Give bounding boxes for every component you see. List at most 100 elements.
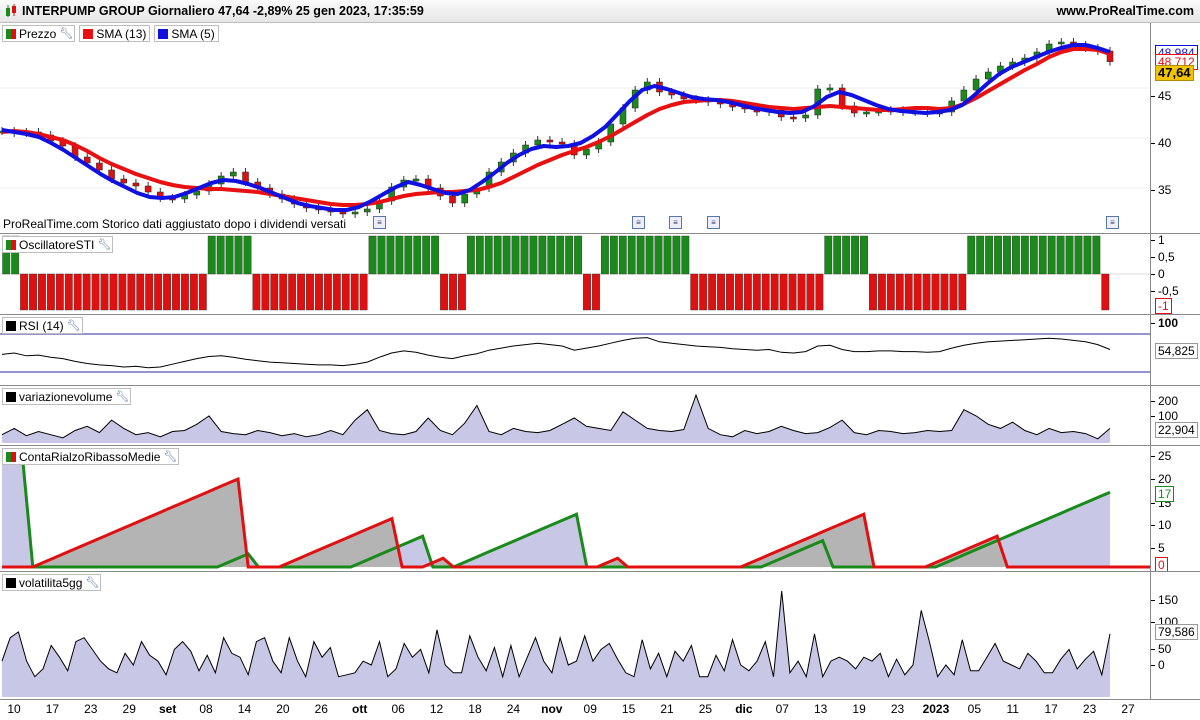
sti-bar-up xyxy=(529,235,538,275)
sti-bar-up xyxy=(386,235,395,275)
sti-bar-down xyxy=(940,273,949,311)
sti-bar-up xyxy=(475,235,484,275)
sti-bar-up xyxy=(1003,235,1011,275)
sti-bar-down xyxy=(583,273,591,311)
sti-bar-up xyxy=(654,235,663,275)
price-plot[interactable]: Prezzo 🔧︎ SMA (13) SMA (5) ProRealTime.co… xyxy=(0,23,1151,233)
volatility-plot[interactable]: volatilita5gg 🔧︎ xyxy=(0,572,1151,699)
sti-plot[interactable]: OscillatoreSTI 🔧︎ xyxy=(0,234,1151,314)
sti-bar-up xyxy=(422,235,431,275)
x-tick: 12 xyxy=(429,702,444,716)
sti-bar-up xyxy=(1074,235,1083,275)
legend-volume[interactable]: variazionevolume 🔧︎ xyxy=(2,388,132,405)
volatility-swatch xyxy=(6,577,16,588)
legend-price-label: Prezzo xyxy=(19,26,57,41)
conta-plot[interactable]: ContaRialzoRibassoMedie 🔧︎ xyxy=(0,446,1151,571)
y-tick: 100 xyxy=(1150,409,1179,423)
sti-bar-down xyxy=(341,273,350,311)
sti-bar-down xyxy=(46,273,55,311)
x-tick: 07 xyxy=(775,702,789,716)
dividend-icon[interactable]: ≡ xyxy=(1106,216,1119,229)
price-chart-svg xyxy=(0,38,1150,218)
sti-bar-down xyxy=(779,273,788,311)
sti-bar-up xyxy=(1029,235,1038,275)
sti-bar-up xyxy=(1056,235,1065,275)
sti-bar-up xyxy=(976,235,985,275)
legend-price[interactable]: Prezzo 🔧︎ xyxy=(2,25,76,42)
rsi-plot[interactable]: RSI (14) 🔧︎ xyxy=(0,315,1151,385)
x-tick: 23 xyxy=(1082,702,1097,716)
sti-bar-up xyxy=(681,235,690,275)
rsi-panel[interactable]: RSI (14) 🔧︎ 100 54,825 xyxy=(0,315,1200,386)
sti-bar-up xyxy=(618,235,627,275)
legend-sma5[interactable]: SMA (5) xyxy=(154,25,219,42)
legend-sma13[interactable]: SMA (13) xyxy=(79,25,151,42)
x-axis[interactable]: 10 17 23 29 set 08 14 20 26 ott 06 12 18 24 nov 09 15 21 2… xyxy=(0,699,1150,720)
sti-bar-down xyxy=(73,273,82,311)
sti-bar-up xyxy=(243,235,252,275)
candlestick-logo-icon xyxy=(6,4,16,17)
legend-conta-label: ContaRialzoRibassoMedie xyxy=(19,449,161,464)
sti-bar-down xyxy=(323,273,332,311)
sti-bar-down xyxy=(886,273,895,311)
sti-bar-up xyxy=(860,235,868,275)
x-tick: 17 xyxy=(1044,702,1058,716)
conta-y-axis[interactable]: 25 20 15 10 5 xyxy=(1150,446,1200,571)
sti-bar-up xyxy=(234,235,243,275)
legend-volatility-label: volatilita5gg xyxy=(19,575,83,590)
candle-up xyxy=(461,193,468,204)
sti-bar-up xyxy=(484,235,493,275)
dividend-icon[interactable]: ≡ xyxy=(669,216,682,229)
conta-down-value-label: 0 xyxy=(1155,557,1168,571)
wrench-icon[interactable]: 🔧︎ xyxy=(163,451,177,463)
x-tick: 08 xyxy=(199,702,213,716)
sti-bar-down xyxy=(797,273,806,311)
conta-panel[interactable]: ContaRialzoRibassoMedie 🔧︎ 25 20 15 10 5 … xyxy=(0,446,1200,572)
sti-bar-up xyxy=(627,235,636,275)
sti-bar-down xyxy=(931,273,940,311)
wrench-icon[interactable]: 🔧︎ xyxy=(67,320,81,332)
candle-up xyxy=(863,111,870,115)
volume-panel[interactable]: variazionevolume 🔧︎ 200 100 22,904 xyxy=(0,386,1200,446)
sti-bar-up xyxy=(377,235,386,275)
candle-up xyxy=(583,148,590,156)
sti-bar-up xyxy=(842,235,851,275)
sti-bar-up xyxy=(600,235,609,275)
sti-panel[interactable]: OscillatoreSTI 🔧︎ 1 0,5 0 -0,5 -1 xyxy=(0,234,1200,315)
x-tick: 24 xyxy=(506,702,521,716)
wrench-icon[interactable]: 🔧︎ xyxy=(85,577,99,589)
dividend-icon[interactable]: ≡ xyxy=(632,216,645,229)
sti-bar-down xyxy=(922,273,931,311)
legend-volatility[interactable]: volatilita5gg 🔧︎ xyxy=(2,574,102,591)
sma13-line xyxy=(1,47,1111,207)
y-tick: 150 xyxy=(1150,593,1179,607)
sti-bar-down xyxy=(958,273,967,311)
dividend-icon[interactable]: ≡ xyxy=(373,216,386,229)
sti-bar-up xyxy=(520,235,529,275)
x-tick: 25 xyxy=(698,702,713,716)
sti-bar-down xyxy=(440,273,448,311)
sti-bar-down xyxy=(359,273,368,311)
dividend-icon[interactable]: ≡ xyxy=(707,216,720,229)
legend-rsi[interactable]: RSI (14) 🔧︎ xyxy=(2,317,83,334)
y-tick: 10 xyxy=(1150,518,1172,532)
legend-sti[interactable]: OscillatoreSTI 🔧︎ xyxy=(2,236,114,253)
sti-bar-up xyxy=(395,235,404,275)
volume-plot[interactable]: variazionevolume 🔧︎ xyxy=(0,386,1151,445)
legend-conta[interactable]: ContaRialzoRibassoMedie 🔧︎ xyxy=(2,448,180,465)
candle-up xyxy=(826,87,834,91)
wrench-icon[interactable]: 🔧︎ xyxy=(97,239,111,251)
volatility-panel[interactable]: volatilita5gg 🔧︎ 150 100 50 0 79,586 xyxy=(0,572,1200,700)
price-panel[interactable]: Prezzo 🔧︎ SMA (13) SMA (5) ProRealTime.co… xyxy=(0,23,1200,234)
wrench-icon[interactable]: 🔧︎ xyxy=(115,391,129,403)
legend-rsi-label: RSI (14) xyxy=(19,318,64,333)
sti-bar-up xyxy=(1047,235,1056,275)
x-tick: 13 xyxy=(814,702,828,716)
x-tick: 05 xyxy=(967,702,982,716)
wrench-icon[interactable]: 🔧︎ xyxy=(59,28,73,40)
conta-legend: ContaRialzoRibassoMedie 🔧︎ xyxy=(2,448,180,465)
candle-up xyxy=(960,89,968,102)
y-tick: 40 xyxy=(1150,136,1172,150)
sti-bar-up xyxy=(609,235,618,275)
site-url[interactable]: www.ProRealTime.com xyxy=(1056,4,1194,18)
